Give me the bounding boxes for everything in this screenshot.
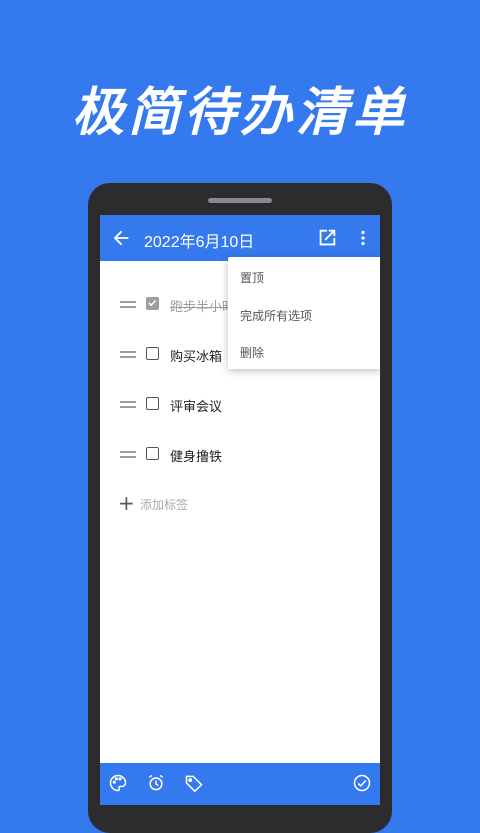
phone-frame: 2022年6月10日 跑步半小时 购买冰箱 评审会议 健身撸铁 + 添加标签 置…	[88, 183, 392, 833]
arrow-left-icon[interactable]	[110, 227, 132, 249]
check-circle-icon[interactable]	[352, 773, 372, 793]
todo-text: 跑步半小时	[170, 300, 236, 315]
page-title: 2022年6月10日	[144, 234, 255, 251]
todo-checkbox[interactable]	[146, 447, 159, 460]
drag-handle-icon[interactable]	[120, 350, 136, 360]
drag-handle-icon[interactable]	[120, 450, 136, 460]
todo-text: 评审会议	[170, 400, 223, 415]
menu-item-complete-all[interactable]: 完成所有选项	[240, 307, 312, 324]
add-tag-label: 添加标签	[140, 498, 189, 512]
share-icon[interactable]	[316, 227, 338, 249]
app-bar: 2022年6月10日	[100, 215, 380, 261]
menu-item-pin[interactable]: 置顶	[240, 269, 264, 286]
drag-handle-icon[interactable]	[120, 400, 136, 410]
todo-item[interactable]: 健身撸铁	[100, 441, 380, 471]
alarm-icon[interactable]	[146, 773, 166, 793]
overflow-menu: 置顶 完成所有选项 删除	[228, 257, 380, 369]
todo-checkbox[interactable]	[146, 297, 159, 310]
tag-icon[interactable]	[184, 773, 204, 793]
drag-handle-icon[interactable]	[120, 300, 136, 310]
phone-speaker	[208, 198, 272, 203]
plus-icon: +	[118, 491, 135, 515]
app-screen: 2022年6月10日 跑步半小时 购买冰箱 评审会议 健身撸铁 + 添加标签 置…	[100, 215, 380, 805]
todo-text: 健身撸铁	[170, 450, 223, 465]
menu-item-delete[interactable]: 删除	[240, 344, 264, 361]
add-tag-button[interactable]: + 添加标签	[100, 489, 380, 519]
palette-icon[interactable]	[108, 773, 128, 793]
todo-text: 购买冰箱	[170, 350, 223, 365]
todo-checkbox[interactable]	[146, 347, 159, 360]
todo-checkbox[interactable]	[146, 397, 159, 410]
todo-item[interactable]: 评审会议	[100, 391, 380, 421]
promo-title: 极简待办清单	[71, 83, 408, 143]
more-vert-icon[interactable]	[352, 227, 374, 249]
bottom-toolbar	[100, 763, 380, 805]
